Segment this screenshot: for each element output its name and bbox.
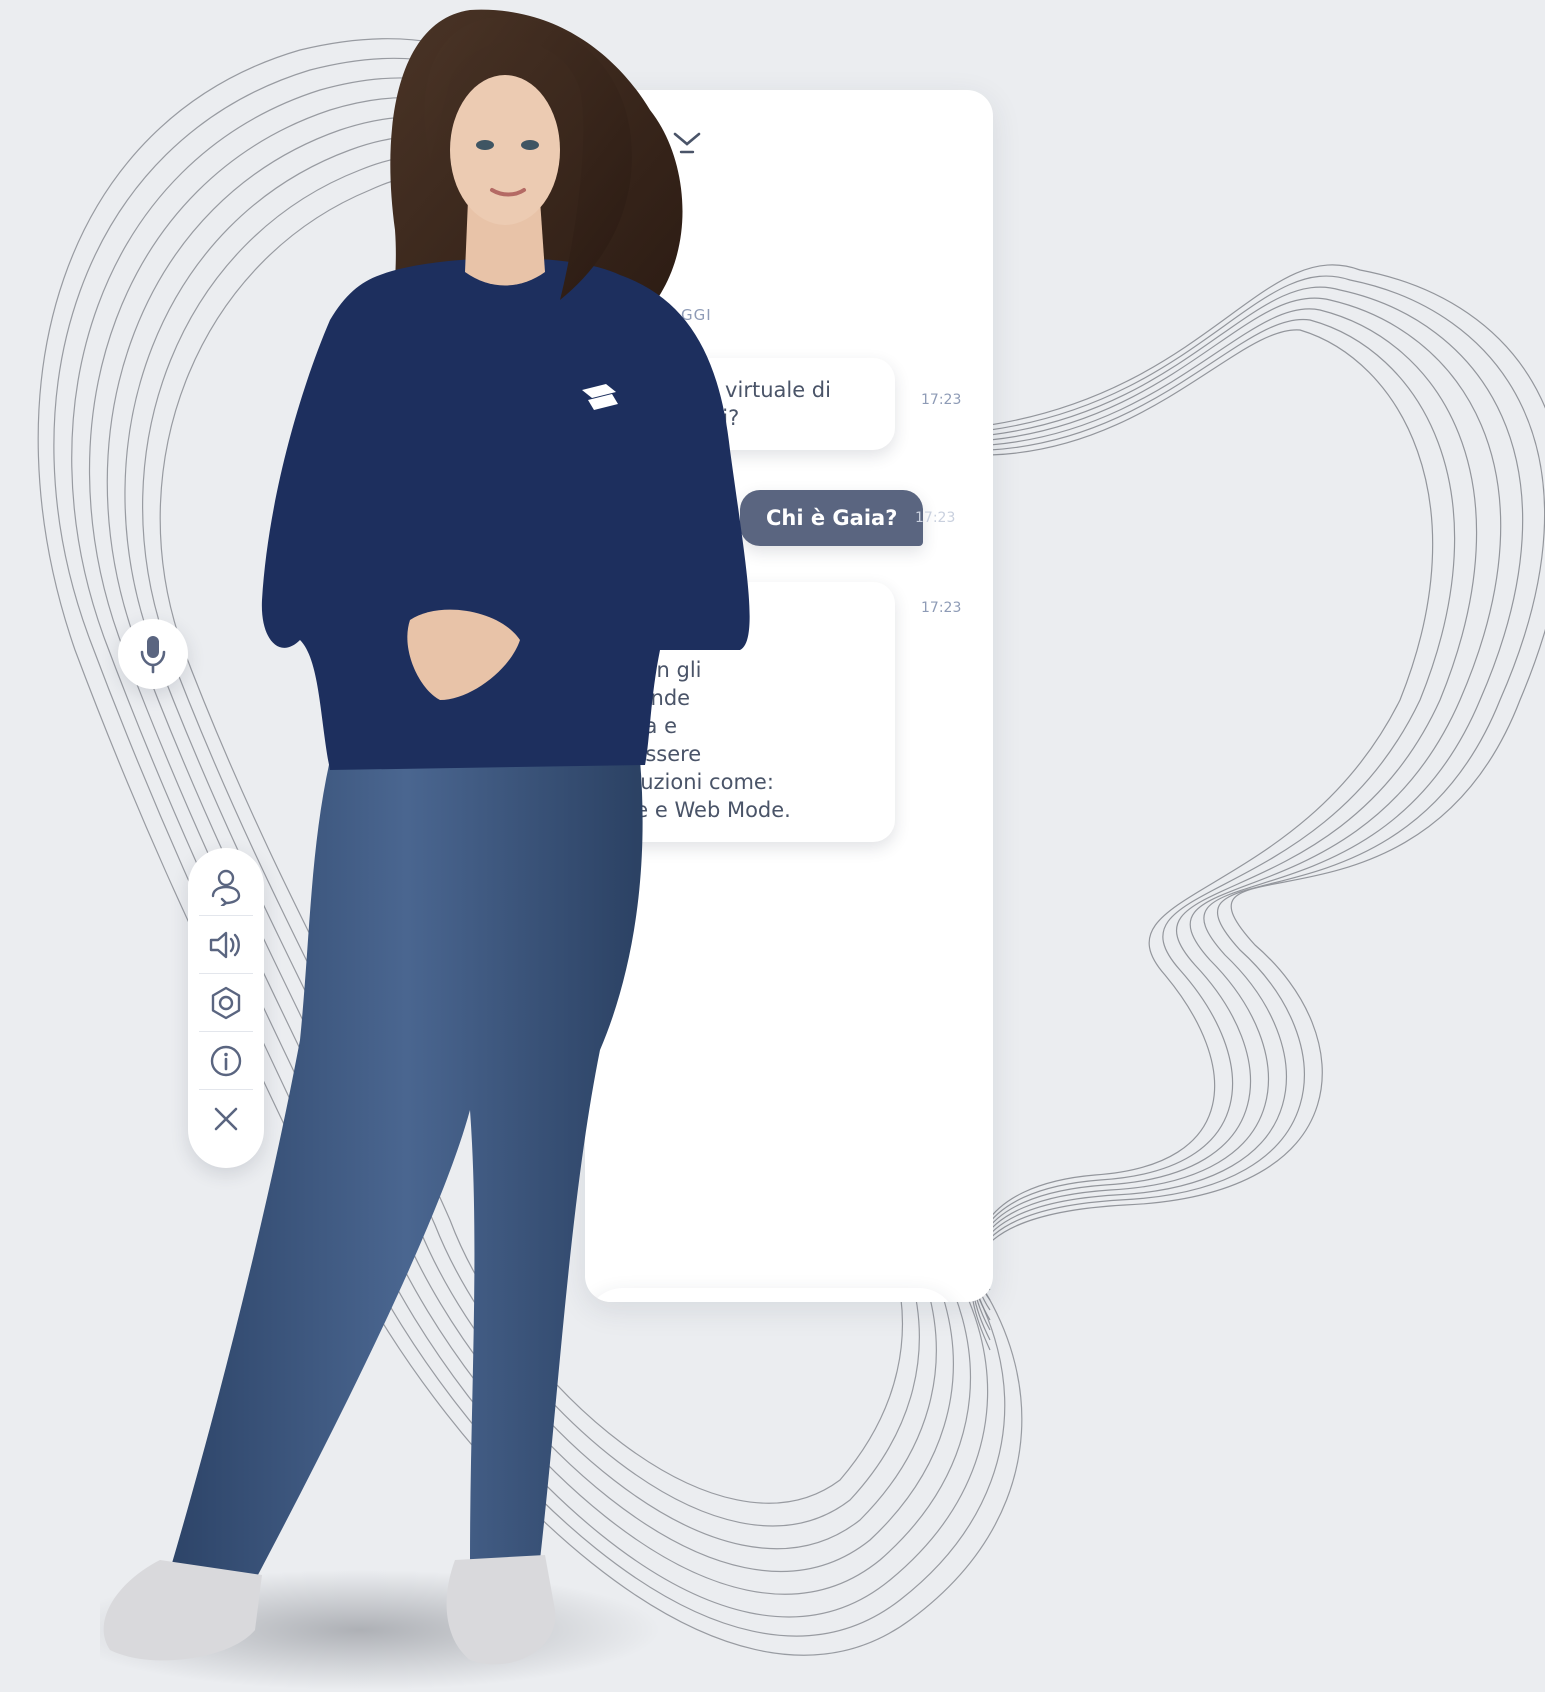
speaker-icon xyxy=(209,931,240,958)
message-time: 17:23 xyxy=(921,392,962,408)
microphone-button[interactable] xyxy=(118,619,188,689)
info-icon xyxy=(210,1045,242,1076)
virtual-assistant-avatar xyxy=(100,9,750,1690)
hexagon-settings-icon xyxy=(211,986,241,1019)
settings-button[interactable] xyxy=(199,974,253,1032)
close-icon xyxy=(214,1107,238,1131)
message-time: 17:23 xyxy=(915,510,956,526)
message-time: 17:23 xyxy=(921,600,962,616)
audio-button[interactable] xyxy=(199,916,253,974)
microphone-icon xyxy=(140,636,166,674)
avatar-mode-button[interactable] xyxy=(199,858,253,916)
info-button[interactable] xyxy=(199,1032,253,1090)
person-rotate-icon xyxy=(211,869,241,906)
close-button[interactable] xyxy=(199,1090,253,1148)
control-toolbar xyxy=(188,848,264,1168)
